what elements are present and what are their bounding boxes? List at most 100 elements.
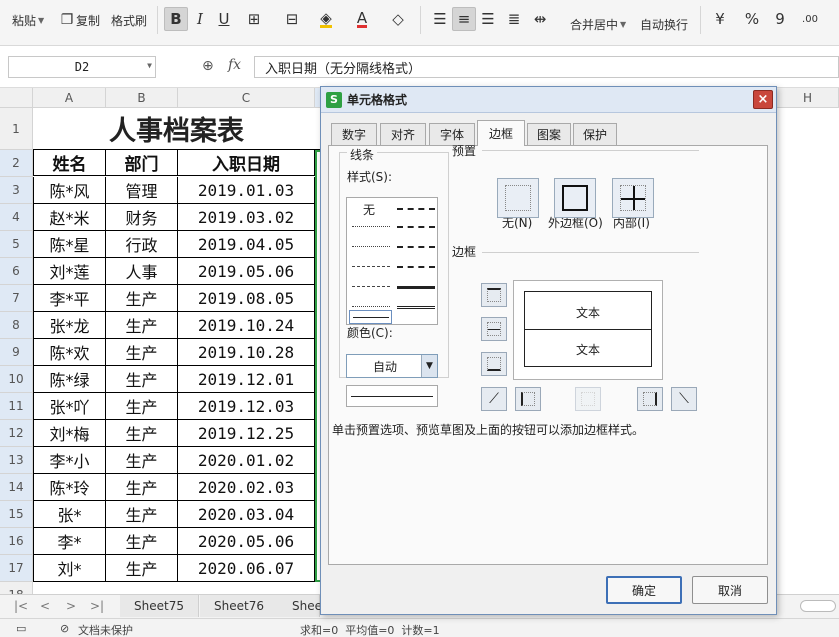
- table-cell[interactable]: 行政: [106, 231, 178, 258]
- table-cell[interactable]: 2019.03.02: [178, 204, 315, 231]
- increase-decimal-button[interactable]: .00: [798, 7, 822, 31]
- bold-button[interactable]: B: [164, 7, 188, 31]
- column-title-cell[interactable]: 入职日期: [178, 149, 315, 176]
- table-cell[interactable]: 生产: [106, 501, 178, 528]
- table-cell[interactable]: 管理: [106, 177, 178, 204]
- italic-button[interactable]: I: [188, 7, 212, 31]
- row-header[interactable]: 1: [0, 108, 33, 150]
- column-header-c[interactable]: C: [178, 88, 315, 108]
- table-cell[interactable]: 2019.10.24: [178, 312, 315, 339]
- table-cell[interactable]: 李*: [33, 528, 106, 555]
- line-style-option[interactable]: [397, 246, 435, 248]
- border-diagonal-down-button[interactable]: ⟍: [671, 387, 697, 411]
- border-preview[interactable]: 文本 文本: [513, 280, 663, 380]
- column-header-b[interactable]: B: [106, 88, 178, 108]
- row-header[interactable]: 11: [0, 393, 33, 420]
- table-cell[interactable]: 2019.05.06: [178, 258, 315, 285]
- row-header[interactable]: 4: [0, 204, 33, 231]
- table-cell[interactable]: 陈*风: [33, 177, 106, 204]
- tab-border[interactable]: 边框: [477, 120, 525, 146]
- line-style-option[interactable]: [352, 266, 390, 267]
- row-header[interactable]: 14: [0, 474, 33, 501]
- row-header[interactable]: 9: [0, 339, 33, 366]
- font-color-button[interactable]: A: [350, 7, 374, 31]
- table-cell[interactable]: 生产: [106, 474, 178, 501]
- row-header[interactable]: 8: [0, 312, 33, 339]
- merge-center-button[interactable]: 合并居中 ▼: [570, 12, 626, 36]
- table-cell[interactable]: 张*龙: [33, 312, 106, 339]
- border-left-button[interactable]: [515, 387, 541, 411]
- table-cell[interactable]: 赵*米: [33, 204, 106, 231]
- cancel-button[interactable]: 取消: [692, 576, 768, 604]
- table-cell[interactable]: 生产: [106, 447, 178, 474]
- table-cell[interactable]: 生产: [106, 420, 178, 447]
- fill-style-button[interactable]: ⊟: [280, 7, 304, 31]
- row-header[interactable]: 17: [0, 555, 33, 582]
- table-cell[interactable]: 生产: [106, 339, 178, 366]
- table-cell[interactable]: 陈*欢: [33, 339, 106, 366]
- row-header[interactable]: 10: [0, 366, 33, 393]
- line-style-option[interactable]: [352, 286, 390, 287]
- table-cell[interactable]: 张*吖: [33, 393, 106, 420]
- column-title-cell[interactable]: 部门: [106, 149, 178, 176]
- tab-protection[interactable]: 保护: [573, 123, 617, 145]
- table-cell[interactable]: 财务: [106, 204, 178, 231]
- tab-alignment[interactable]: 对齐: [380, 123, 426, 145]
- row-header[interactable]: 6: [0, 258, 33, 285]
- currency-button[interactable]: ¥: [708, 7, 732, 31]
- table-cell[interactable]: 生产: [106, 528, 178, 555]
- ok-button[interactable]: 确定: [606, 576, 682, 604]
- line-style-option[interactable]: [397, 286, 435, 289]
- table-cell[interactable]: 李*小: [33, 447, 106, 474]
- selected-line-style[interactable]: [349, 310, 392, 324]
- row-header[interactable]: 2: [0, 150, 33, 177]
- table-cell[interactable]: 陈*星: [33, 231, 106, 258]
- table-cell[interactable]: 刘*: [33, 555, 106, 582]
- sheet-tab[interactable]: Sheet75: [120, 595, 199, 617]
- line-style-option[interactable]: [397, 208, 435, 210]
- table-cell[interactable]: 2020.05.06: [178, 528, 315, 555]
- distribute-button[interactable]: ⇹: [528, 7, 552, 31]
- border-color-select[interactable]: 自动 ▼: [346, 354, 438, 378]
- table-cell[interactable]: 生产: [106, 366, 178, 393]
- close-icon[interactable]: ×: [753, 90, 773, 109]
- last-sheet-icon[interactable]: >|: [90, 599, 104, 613]
- sheet-tab[interactable]: Sheet76: [200, 595, 279, 617]
- underline-button[interactable]: U: [212, 7, 236, 31]
- table-cell[interactable]: 2019.01.03: [178, 177, 315, 204]
- table-cell[interactable]: 张*: [33, 501, 106, 528]
- fx-icon[interactable]: fx: [228, 57, 241, 73]
- sheet-tab[interactable]: Shee: [278, 595, 322, 617]
- table-cell[interactable]: 2020.02.03: [178, 474, 315, 501]
- formula-input[interactable]: 入职日期（无分隔线格式）: [254, 56, 839, 78]
- fill-color-button[interactable]: ◈: [314, 7, 338, 31]
- table-cell[interactable]: 刘*莲: [33, 258, 106, 285]
- table-cell[interactable]: 人事: [106, 258, 178, 285]
- line-style-option[interactable]: [352, 246, 390, 247]
- table-cell[interactable]: 生产: [106, 555, 178, 582]
- preset-outline-button[interactable]: [554, 178, 596, 218]
- table-cell[interactable]: 2019.12.25: [178, 420, 315, 447]
- table-cell[interactable]: 生产: [106, 285, 178, 312]
- preset-inside-button[interactable]: [612, 178, 654, 218]
- border-button[interactable]: ⊞: [242, 7, 266, 31]
- format-painter-button[interactable]: 格式刷: [111, 8, 147, 32]
- border-middle-button[interactable]: [481, 317, 507, 341]
- table-cell[interactable]: 刘*梅: [33, 420, 106, 447]
- border-right-button[interactable]: [637, 387, 663, 411]
- line-style-option[interactable]: [397, 226, 435, 228]
- horizontal-scrollbar[interactable]: [800, 600, 836, 612]
- zoom-icon[interactable]: ⊕: [202, 58, 214, 74]
- tab-pattern[interactable]: 图案: [527, 123, 571, 145]
- table-cell[interactable]: 2020.06.07: [178, 555, 315, 582]
- sheet-title[interactable]: 人事档案表: [33, 108, 320, 150]
- name-box[interactable]: D2 ▼: [8, 56, 156, 78]
- row-header[interactable]: 15: [0, 501, 33, 528]
- row-header[interactable]: 7: [0, 285, 33, 312]
- align-right-button[interactable]: ☰: [476, 7, 500, 31]
- comma-style-button[interactable]: 9: [768, 7, 792, 31]
- border-diagonal-up-button[interactable]: ⟋: [481, 387, 507, 411]
- select-all-corner[interactable]: [0, 88, 33, 108]
- row-header[interactable]: 16: [0, 528, 33, 555]
- line-style-list[interactable]: 无: [346, 197, 438, 325]
